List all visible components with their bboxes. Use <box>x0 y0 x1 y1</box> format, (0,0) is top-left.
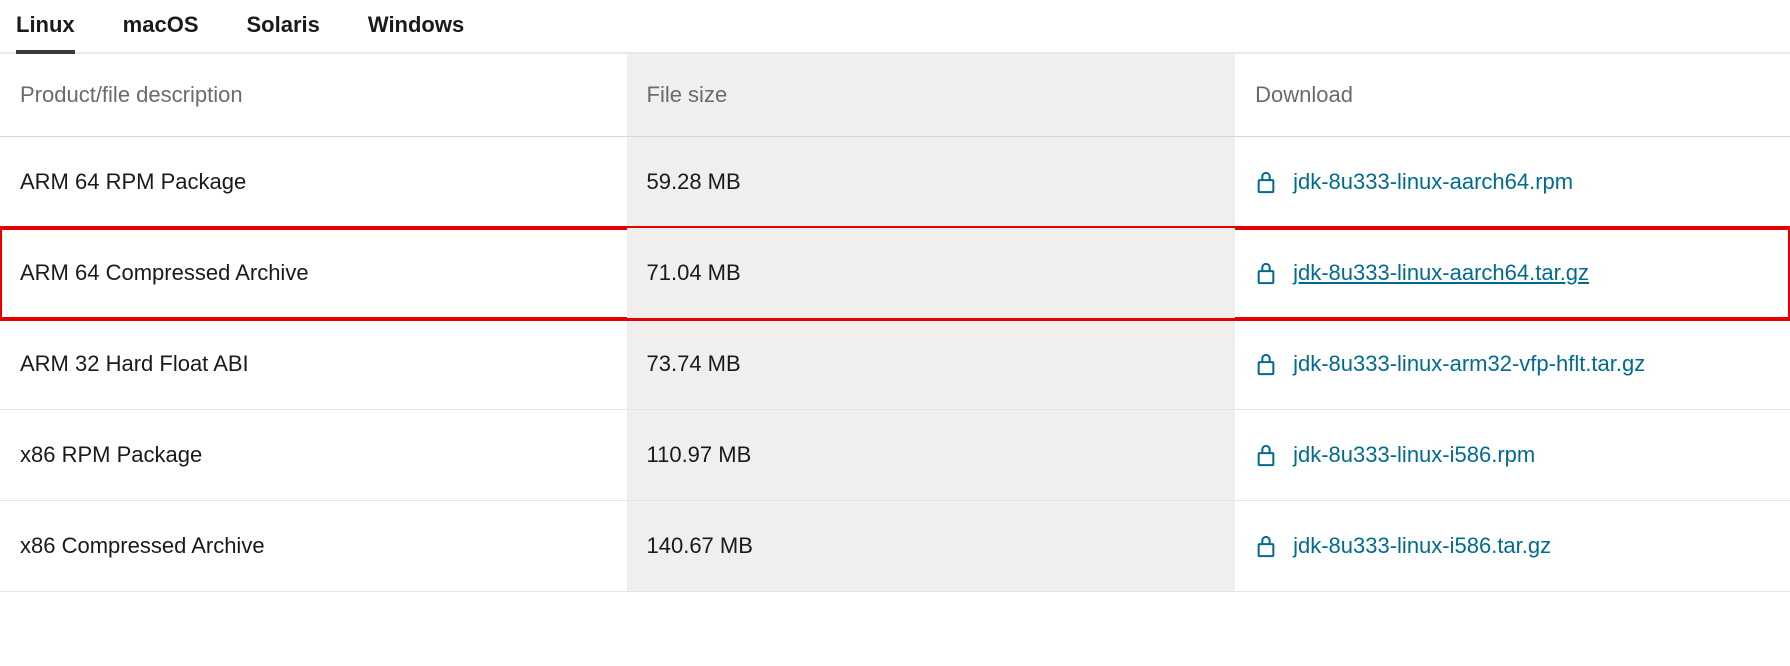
os-tabs: Linux macOS Solaris Windows <box>0 0 1790 54</box>
cell-filesize: 110.97 MB <box>627 410 1236 501</box>
lock-icon <box>1255 169 1277 195</box>
lock-icon <box>1255 260 1277 286</box>
tab-macos[interactable]: macOS <box>123 0 199 54</box>
download-link[interactable]: jdk-8u333-linux-i586.rpm <box>1293 442 1535 468</box>
cell-download: jdk-8u333-linux-i586.tar.gz <box>1235 501 1790 592</box>
cell-description: ARM 32 Hard Float ABI <box>0 319 627 410</box>
download-link[interactable]: jdk-8u333-linux-aarch64.tar.gz <box>1293 260 1589 286</box>
cell-download: jdk-8u333-linux-aarch64.rpm <box>1235 137 1790 228</box>
cell-download: jdk-8u333-linux-arm32-vfp-hflt.tar.gz <box>1235 319 1790 410</box>
cell-filesize: 71.04 MB <box>627 228 1236 319</box>
download-link[interactable]: jdk-8u333-linux-arm32-vfp-hflt.tar.gz <box>1293 351 1645 377</box>
tab-windows[interactable]: Windows <box>368 0 464 54</box>
cell-description: ARM 64 RPM Package <box>0 137 627 228</box>
download-link[interactable]: jdk-8u333-linux-aarch64.rpm <box>1293 169 1573 195</box>
cell-filesize: 59.28 MB <box>627 137 1236 228</box>
cell-description: ARM 64 Compressed Archive <box>0 228 627 319</box>
column-header-description: Product/file description <box>0 54 627 137</box>
lock-icon <box>1255 351 1277 377</box>
lock-icon <box>1255 442 1277 468</box>
lock-icon <box>1255 533 1277 559</box>
table-row: ARM 32 Hard Float ABI73.74 MB jdk-8u333-l… <box>0 319 1790 410</box>
cell-description: x86 RPM Package <box>0 410 627 501</box>
downloads-table: Product/file description File size Downl… <box>0 54 1790 592</box>
tab-linux[interactable]: Linux <box>16 0 75 54</box>
cell-description: x86 Compressed Archive <box>0 501 627 592</box>
column-header-filesize: File size <box>627 54 1236 137</box>
table-row: ARM 64 Compressed Archive71.04 MB jdk-8u3… <box>0 228 1790 319</box>
table-row: ARM 64 RPM Package59.28 MB jdk-8u333-linu… <box>0 137 1790 228</box>
tab-solaris[interactable]: Solaris <box>247 0 320 54</box>
download-link[interactable]: jdk-8u333-linux-i586.tar.gz <box>1293 533 1551 559</box>
cell-filesize: 140.67 MB <box>627 501 1236 592</box>
table-row: x86 Compressed Archive140.67 MB jdk-8u333… <box>0 501 1790 592</box>
cell-download: jdk-8u333-linux-i586.rpm <box>1235 410 1790 501</box>
cell-download: jdk-8u333-linux-aarch64.tar.gz <box>1235 228 1790 319</box>
column-header-download: Download <box>1235 54 1790 137</box>
table-header-row: Product/file description File size Downl… <box>0 54 1790 137</box>
cell-filesize: 73.74 MB <box>627 319 1236 410</box>
table-row: x86 RPM Package110.97 MB jdk-8u333-linux-… <box>0 410 1790 501</box>
